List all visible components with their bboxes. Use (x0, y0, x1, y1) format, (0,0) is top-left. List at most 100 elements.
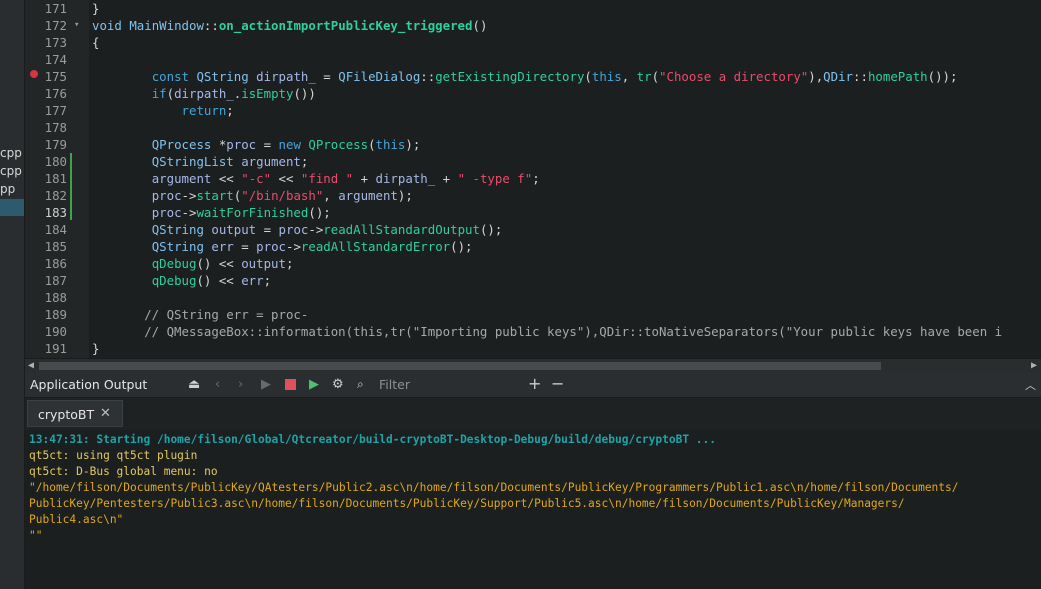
code-token: ); (397, 188, 413, 203)
code-token: = (256, 222, 279, 237)
sidebar-file-item[interactable]: cpp (0, 163, 24, 180)
output-line: qt5ct: using qt5ct plugin (29, 449, 198, 462)
tab-label: cryptoBT (38, 407, 95, 422)
code-token: ; (263, 273, 272, 288)
code-token: "-c" (241, 171, 272, 186)
code-token: * (211, 137, 227, 152)
output-tab-bar: cryptoBT ✕ (25, 398, 1041, 429)
code-text: QStringList argument; (92, 153, 309, 170)
code-token: QString (196, 69, 249, 84)
code-line[interactable]: 188 (25, 289, 1041, 306)
code-text: } (92, 340, 99, 357)
zoom-in-icon[interactable]: + (528, 374, 541, 393)
line-number: 173 (44, 35, 67, 50)
filter-input[interactable]: Filter (379, 377, 410, 392)
code-token: QString (151, 222, 204, 237)
code-line[interactable]: 180 QStringList argument; (25, 153, 1041, 170)
line-number: 185 (44, 239, 67, 254)
code-text: const QString dirpath_ = QFileDialog::ge… (92, 68, 958, 85)
code-line[interactable]: 187 qDebug() << err; (25, 272, 1041, 289)
code-line[interactable]: 179 QProcess *proc = new QProcess(this); (25, 136, 1041, 153)
code-line[interactable]: 175 const QString dirpath_ = QFileDialog… (25, 68, 1041, 85)
code-line[interactable]: 172 ▾ void MainWindow::on_actionImportPubl… (25, 17, 1041, 34)
code-token: proc (151, 188, 182, 203)
code-token: argument (338, 188, 398, 203)
line-number: 189 (44, 307, 67, 322)
maximize-panel-icon[interactable]: ︿ (1025, 377, 1036, 393)
code-line[interactable]: 191} (25, 340, 1041, 357)
previous-icon[interactable]: ‹ (215, 377, 220, 392)
code-token: ()); (927, 69, 958, 84)
code-token: output (241, 256, 286, 271)
run-icon[interactable]: ▶ (261, 377, 271, 392)
code-token: , (621, 69, 637, 84)
code-line[interactable]: 186 qDebug() << output; (25, 255, 1041, 272)
code-token: << (211, 171, 242, 186)
code-token: tr (636, 69, 652, 84)
code-token: if (151, 86, 167, 101)
line-number: 181 (44, 171, 67, 186)
code-line[interactable]: 182 proc->start("/bin/bash", argument); (25, 187, 1041, 204)
code-line[interactable]: 189 // QString err = proc- (25, 306, 1041, 323)
tab-cryptobt[interactable]: cryptoBT ✕ (27, 400, 123, 427)
code-text: argument << "-c" << "find " + dirpath_ +… (92, 170, 540, 187)
code-token: this (375, 137, 406, 152)
code-editor[interactable]: 171} 172 ▾ void MainWindow::on_actionImport… (25, 0, 1041, 358)
code-token: (); (450, 239, 473, 254)
code-token: ; (285, 256, 294, 271)
sidebar-file-item[interactable]: cpp (0, 145, 24, 162)
close-icon[interactable]: ✕ (100, 406, 111, 421)
rerun-icon[interactable]: ▶ (309, 377, 319, 392)
output-line: "/home/filson/Documents/PublicKey/QAtest… (29, 481, 959, 494)
code-line[interactable]: 177 return; (25, 102, 1041, 119)
scroll-left-icon[interactable]: ◀ (28, 360, 34, 371)
code-line[interactable]: 178 (25, 119, 1041, 136)
code-token: QDir (823, 69, 854, 84)
code-line[interactable]: 174 (25, 51, 1041, 68)
attach-icon[interactable]: ⏏ (188, 377, 200, 392)
fold-arrow-icon[interactable]: ▾ (74, 17, 79, 34)
code-token: void (92, 18, 122, 33)
code-token: ); (405, 137, 421, 152)
search-icon: ⌕ (357, 377, 364, 391)
scrollbar-thumb[interactable] (39, 362, 881, 370)
code-line[interactable]: 190 // QMessageBox::information(this,tr(… (25, 323, 1041, 340)
code-line[interactable]: 184 QString output = proc->readAllStanda… (25, 221, 1041, 238)
next-icon[interactable]: › (238, 377, 243, 392)
line-number: 188 (44, 290, 67, 305)
code-token: "/bin/bash" (241, 188, 324, 203)
horizontal-scrollbar[interactable]: ◀ ▶ (25, 358, 1041, 373)
code-line[interactable]: 176 if(dirpath_.isEmpty()) (25, 85, 1041, 102)
code-line[interactable]: 183 proc->waitForFinished(); (25, 204, 1041, 221)
code-token: new (278, 137, 301, 152)
code-token: MainWindow (129, 18, 204, 33)
application-output-log[interactable]: 13:47:31: Starting /home/filson/Global/Q… (25, 430, 1041, 589)
sidebar-file-item-selected[interactable] (0, 199, 24, 216)
code-token: (); (308, 205, 331, 220)
code-text: } (92, 0, 99, 17)
scroll-right-icon[interactable]: ▶ (1031, 360, 1037, 371)
code-line[interactable]: 185 QString err = proc->readAllStandardE… (25, 238, 1041, 255)
zoom-out-icon[interactable]: − (551, 374, 564, 393)
code-token: qDebug (151, 273, 197, 288)
code-token: ( (651, 69, 660, 84)
settings-gear-icon[interactable]: ⚙ (332, 377, 344, 392)
code-line[interactable]: 171} (25, 0, 1041, 17)
line-number: 180 (44, 154, 67, 169)
sidebar-file-item[interactable]: pp (0, 181, 24, 198)
code-text: QProcess *proc = new QProcess(this); (92, 136, 421, 153)
code-line[interactable]: 173 { (25, 34, 1041, 51)
output-line: PublicKey/Pentesters/Public3.asc\n/home/… (29, 497, 905, 510)
code-line[interactable]: 181 argument << "-c" << "find " + dirpat… (25, 170, 1041, 187)
code-text: // QString err = proc- (92, 306, 308, 323)
code-token: = (315, 69, 339, 84)
code-token: proc (151, 205, 182, 220)
stop-icon[interactable] (285, 379, 296, 390)
